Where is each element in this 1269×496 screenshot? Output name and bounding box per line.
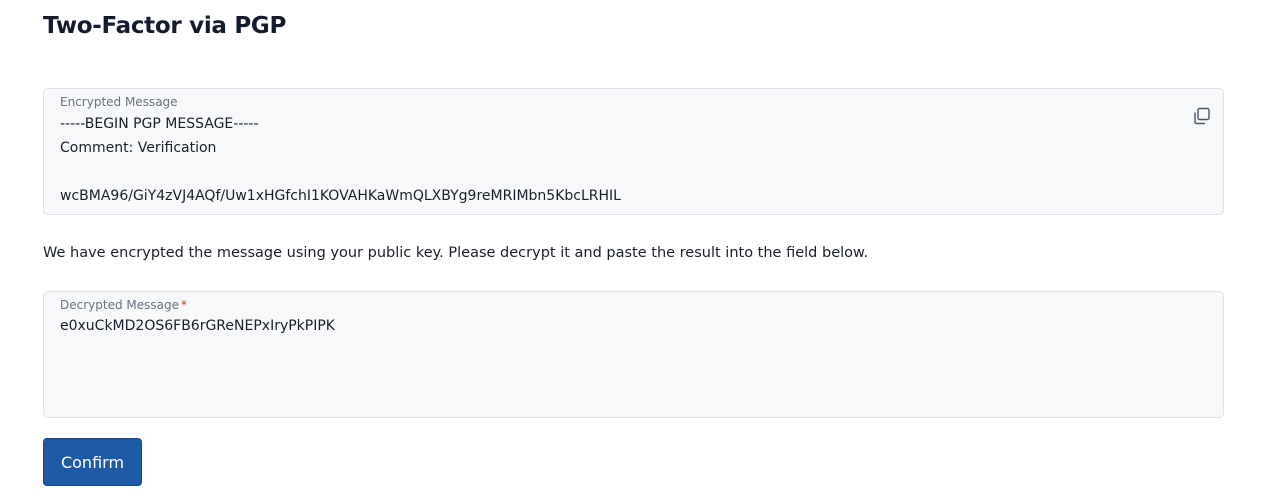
decrypted-message-label: Decrypted Message * xyxy=(60,297,187,313)
instructions-text: We have encrypted the message using your… xyxy=(43,245,869,261)
copy-icon[interactable] xyxy=(1191,105,1213,127)
encrypted-message-field[interactable]: Encrypted Message -----BEGIN PGP MESSAGE… xyxy=(43,88,1224,215)
decrypted-message-input[interactable]: e0xuCkMD2OS6FB6rGReNEPxIryPkPIPK xyxy=(60,316,1207,407)
page-title: Two-Factor via PGP xyxy=(43,13,287,39)
required-marker: * xyxy=(181,298,187,312)
two-factor-pgp-page: Two-Factor via PGP Encrypted Message ---… xyxy=(0,0,1269,496)
copy-icon-graphic xyxy=(1194,107,1210,125)
decrypted-message-label-text: Decrypted Message xyxy=(60,298,179,312)
confirm-button[interactable]: Confirm xyxy=(43,438,142,486)
encrypted-message-label: Encrypted Message xyxy=(60,95,178,109)
encrypted-message-text[interactable]: -----BEGIN PGP MESSAGE----- Comment: Ver… xyxy=(60,112,1173,208)
decrypted-message-field[interactable]: Decrypted Message * e0xuCkMD2OS6FB6rGReNE… xyxy=(43,291,1224,418)
